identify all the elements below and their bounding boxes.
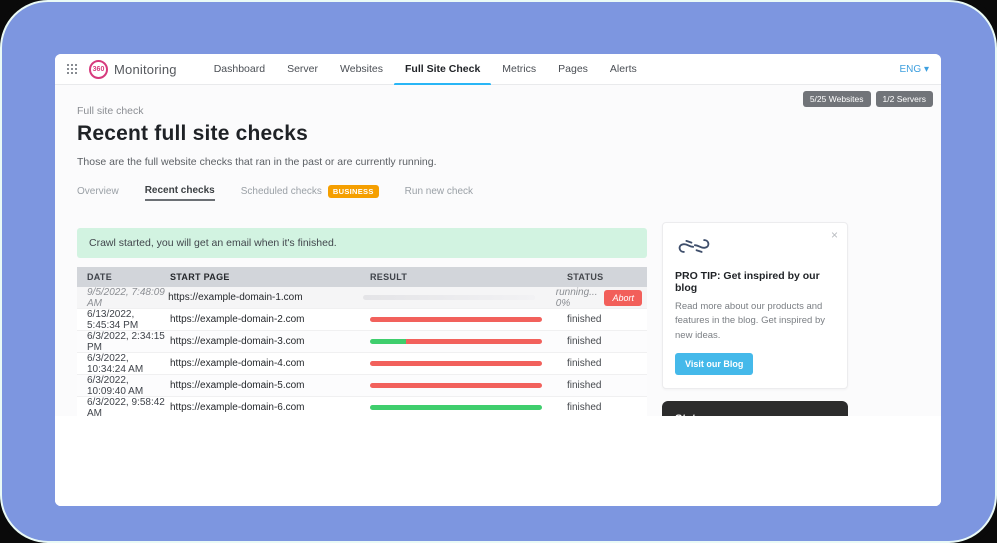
tab-run-new-check[interactable]: Run new check bbox=[405, 186, 473, 200]
brand-360-icon: 360 bbox=[89, 60, 108, 79]
nav-item-websites[interactable]: Websites bbox=[329, 54, 394, 84]
result-bar-segment bbox=[406, 339, 542, 344]
status-text: finished bbox=[567, 380, 601, 391]
page-description: Those are the full website checks that r… bbox=[77, 156, 647, 168]
check-status: finished bbox=[567, 380, 647, 391]
check-status: finished bbox=[567, 314, 647, 325]
tab-label: Recent checks bbox=[145, 185, 215, 196]
nav-item-full-site-check[interactable]: Full Site Check bbox=[394, 54, 491, 84]
usage-badge[interactable]: 5/25 Websites bbox=[803, 91, 871, 107]
check-start-page: https://example-domain-5.com bbox=[170, 380, 370, 391]
tab-bar: Overview Recent checks Scheduled checks BUS… bbox=[77, 185, 647, 201]
check-result bbox=[370, 317, 567, 322]
app-grid-icon[interactable] bbox=[67, 64, 77, 74]
table-row: 6/3/2022, 10:09:40 AMhttps://example-dom… bbox=[77, 375, 647, 397]
check-status: finished bbox=[567, 402, 647, 413]
check-date: 6/3/2022, 2:34:15 PM bbox=[77, 331, 170, 353]
business-badge: BUSINESS bbox=[328, 185, 379, 198]
tab-label: Scheduled checks bbox=[241, 186, 322, 197]
check-result bbox=[363, 295, 555, 300]
language-selector[interactable]: ENG ▾ bbox=[900, 64, 929, 75]
protip-title: PRO TIP: Get inspired by our blog bbox=[675, 270, 835, 294]
result-bar bbox=[370, 405, 542, 410]
column-header: DATE bbox=[77, 272, 170, 282]
screenshot-cutoff bbox=[55, 416, 941, 506]
check-start-page: https://example-domain-6.com bbox=[170, 402, 370, 413]
nav-item-server[interactable]: Server bbox=[276, 54, 329, 84]
main-nav: DashboardServerWebsitesFull Site CheckMe… bbox=[203, 54, 648, 84]
check-start-page: https://example-domain-2.com bbox=[170, 314, 370, 325]
protip-card: × PRO TIP: Get inspired by our blog Read… bbox=[662, 222, 848, 389]
content-area: 5/25 Websites 1/2 Servers Full site check… bbox=[55, 85, 941, 506]
table-row: 6/3/2022, 10:34:24 AMhttps://example-dom… bbox=[77, 353, 647, 375]
table-header-row: DATESTART PAGERESULTSTATUS bbox=[77, 267, 647, 287]
tab-overview[interactable]: Overview bbox=[77, 186, 119, 200]
result-bar-segment bbox=[370, 339, 406, 344]
breadcrumb: Full site check bbox=[77, 105, 647, 117]
check-status: finished bbox=[567, 336, 647, 347]
check-result bbox=[370, 361, 567, 366]
check-status: finished bbox=[567, 358, 647, 369]
check-date: 6/3/2022, 10:34:24 AM bbox=[77, 353, 170, 375]
status-text: running... 0% bbox=[556, 287, 598, 309]
checks-table: DATESTART PAGERESULTSTATUS 9/5/2022, 7:4… bbox=[77, 267, 647, 419]
tab-recent-checks[interactable]: Recent checks bbox=[145, 185, 215, 201]
usage-badges: 5/25 Websites 1/2 Servers bbox=[803, 91, 933, 107]
result-bar-segment bbox=[370, 361, 542, 366]
table-row: 9/5/2022, 7:48:09 AMhttps://example-doma… bbox=[77, 287, 647, 309]
status-text: finished bbox=[567, 358, 601, 369]
check-date: 6/13/2022, 5:45:34 PM bbox=[77, 309, 170, 331]
check-date: 6/3/2022, 10:09:40 AM bbox=[77, 375, 170, 397]
table-row: 6/3/2022, 2:34:15 PMhttps://example-doma… bbox=[77, 331, 647, 353]
table-row: 6/13/2022, 5:45:34 PMhttps://example-dom… bbox=[77, 309, 647, 331]
tab-label: Overview bbox=[77, 186, 119, 197]
tab-scheduled-checks[interactable]: Scheduled checks BUSINESS bbox=[241, 185, 379, 201]
column-header: START PAGE bbox=[170, 272, 370, 282]
table-body: 9/5/2022, 7:48:09 AMhttps://example-doma… bbox=[77, 287, 647, 419]
usage-badge[interactable]: 1/2 Servers bbox=[876, 91, 933, 107]
visit-blog-button[interactable]: Visit our Blog bbox=[675, 353, 753, 375]
nav-item-dashboard[interactable]: Dashboard bbox=[203, 54, 276, 84]
check-start-page: https://example-domain-1.com bbox=[168, 292, 363, 303]
check-result bbox=[370, 383, 567, 388]
main-column: Full site check Recent full site checks … bbox=[77, 85, 647, 419]
status-text: finished bbox=[567, 402, 601, 413]
column-header: STATUS bbox=[567, 272, 647, 282]
tab-label: Run new check bbox=[405, 186, 473, 197]
column-header: RESULT bbox=[370, 272, 567, 282]
result-bar bbox=[370, 361, 542, 366]
check-status: running... 0% Abort bbox=[556, 287, 647, 309]
abort-button[interactable]: Abort bbox=[604, 290, 642, 306]
check-date: 9/5/2022, 7:48:09 AM bbox=[77, 287, 168, 309]
brand-logo[interactable]: 360 Monitoring bbox=[89, 60, 177, 79]
check-result bbox=[370, 405, 567, 410]
app-window: 360 Monitoring DashboardServerWebsitesFu… bbox=[55, 54, 941, 506]
handshake-icon bbox=[675, 235, 713, 257]
nav-item-metrics[interactable]: Metrics bbox=[491, 54, 547, 84]
result-bar-segment bbox=[370, 383, 542, 388]
language-label: ENG bbox=[900, 64, 922, 75]
check-result bbox=[370, 339, 567, 344]
check-start-page: https://example-domain-4.com bbox=[170, 358, 370, 369]
chevron-down-icon: ▾ bbox=[924, 64, 929, 75]
status-text: finished bbox=[567, 336, 601, 347]
close-icon[interactable]: × bbox=[831, 229, 838, 241]
result-bar bbox=[370, 317, 542, 322]
top-navbar: 360 Monitoring DashboardServerWebsitesFu… bbox=[55, 54, 941, 85]
result-bar-segment bbox=[370, 405, 542, 410]
brand-name: Monitoring bbox=[114, 62, 177, 77]
result-bar-segment bbox=[370, 317, 542, 322]
success-banner: Crawl started, you will get an email whe… bbox=[77, 228, 647, 258]
nav-item-alerts[interactable]: Alerts bbox=[599, 54, 648, 84]
check-start-page: https://example-domain-3.com bbox=[170, 336, 370, 347]
page-title: Recent full site checks bbox=[77, 122, 647, 146]
result-bar bbox=[370, 383, 542, 388]
result-bar bbox=[370, 339, 542, 344]
nav-item-pages[interactable]: Pages bbox=[547, 54, 599, 84]
result-bar bbox=[363, 295, 535, 300]
protip-body: Read more about our products and feature… bbox=[675, 300, 835, 343]
status-text: finished bbox=[567, 314, 601, 325]
